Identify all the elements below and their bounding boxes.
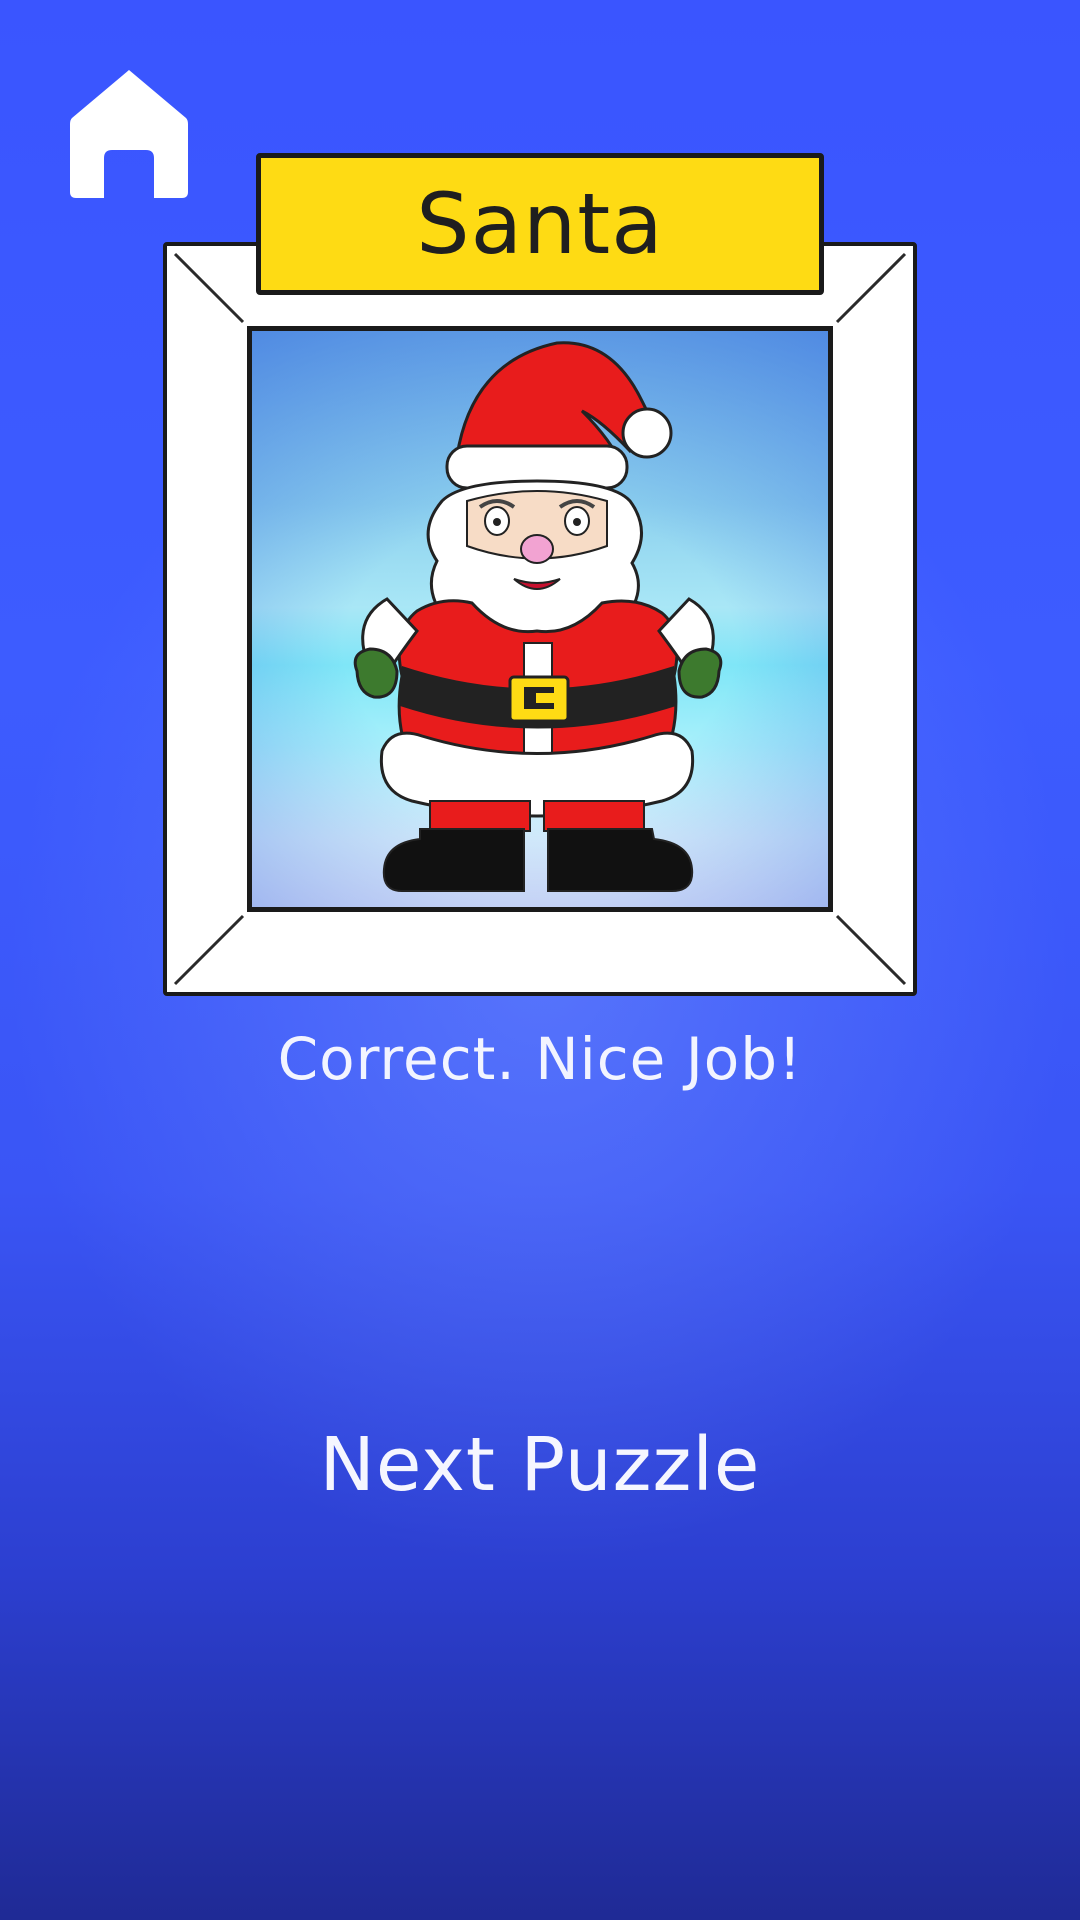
puzzle-title: Santa <box>416 175 664 273</box>
home-button[interactable] <box>68 66 190 200</box>
home-icon <box>70 70 188 198</box>
santa-illustration <box>247 326 833 912</box>
feedback-message: Correct. Nice Job! <box>277 1025 803 1093</box>
picture-frame <box>163 242 917 996</box>
next-puzzle-button[interactable]: Next Puzzle <box>290 1400 790 1530</box>
puzzle-title-plate: Santa <box>256 153 824 295</box>
santa-drawing <box>353 341 723 892</box>
